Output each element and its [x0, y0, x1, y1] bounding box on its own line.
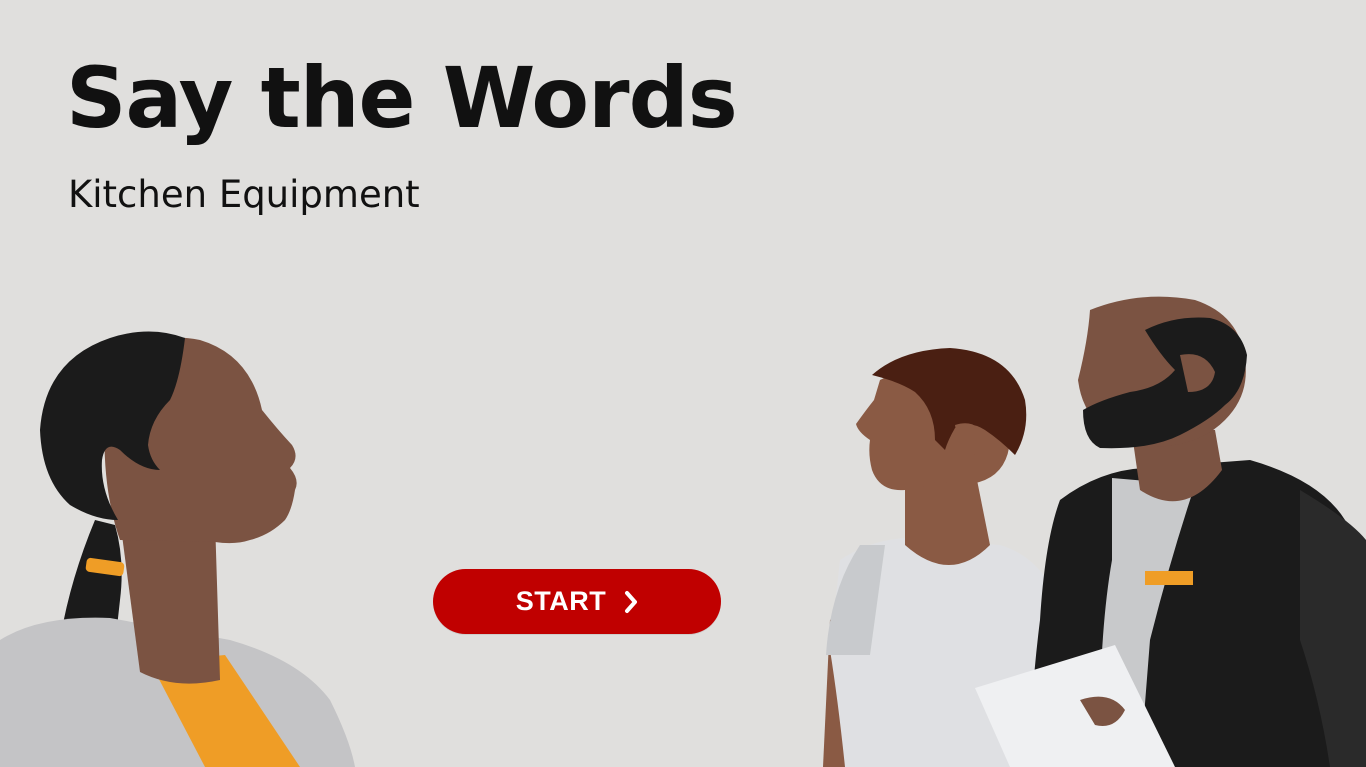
- bearded-man-figure: [975, 296, 1366, 767]
- name-badge: [1145, 571, 1193, 585]
- chevron-right-icon: [624, 590, 638, 614]
- young-man-figure: [823, 348, 1070, 767]
- page-subtitle: Kitchen Equipment: [68, 173, 420, 216]
- title-screen: Say the Words Kitchen Equipment START: [0, 0, 1366, 767]
- start-button-label: START: [515, 586, 607, 616]
- page-title: Say the Words: [66, 49, 738, 147]
- start-button[interactable]: START: [433, 569, 721, 634]
- woman-figure: [0, 331, 355, 767]
